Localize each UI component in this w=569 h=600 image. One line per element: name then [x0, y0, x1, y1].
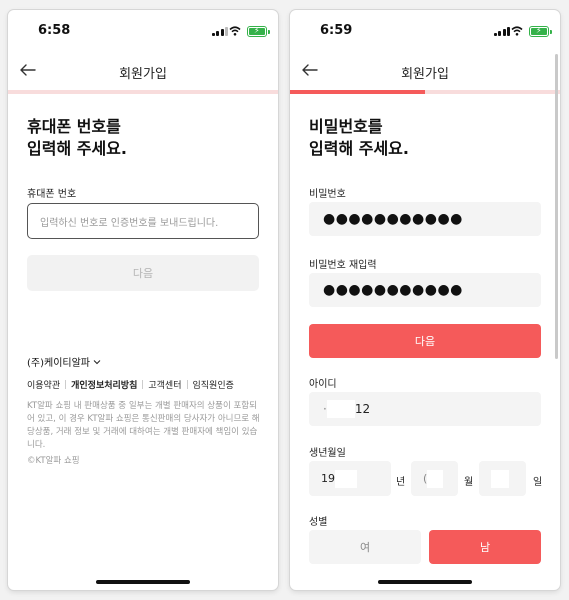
- signal-icon: [493, 27, 510, 36]
- month-unit: 월: [464, 477, 474, 488]
- copyright: ©KT알파 쇼핑: [27, 456, 80, 466]
- footer-links: 이용약관 개인정보처리방침 고객센터 임직원인증: [27, 378, 234, 391]
- redacted-block: [335, 469, 357, 488]
- password-input[interactable]: ●●●●●●●●●●●: [309, 202, 541, 236]
- id-input[interactable]: · 12: [309, 392, 541, 426]
- scrollbar[interactable]: [555, 54, 558, 359]
- wifi-icon: [229, 26, 241, 36]
- app-header: 회원가입: [8, 50, 278, 90]
- status-time: 6:58: [38, 23, 71, 38]
- heading-line-2: 입력해 주세요.: [27, 139, 127, 158]
- company-toggle[interactable]: (주)케이티알파: [27, 354, 101, 369]
- next-button[interactable]: 다음: [27, 255, 259, 291]
- progress-fill: [290, 90, 425, 94]
- phone-label: 휴대폰 번호: [27, 189, 77, 200]
- password-confirm-value: ●●●●●●●●●●●: [323, 282, 463, 298]
- day-unit: 일: [533, 477, 543, 488]
- gender-female-button[interactable]: 여: [309, 530, 421, 564]
- phone-screen-password: 6:59 ⚡ 회원가입 비밀번호를 입력해 주세요. 비밀번호 ●●●●●●●●…: [290, 10, 560, 590]
- birth-month-input[interactable]: (: [411, 461, 458, 496]
- chevron-down-icon: [93, 359, 101, 364]
- progress-track: [8, 90, 278, 94]
- birth-year-prefix: 19: [321, 472, 335, 485]
- divider: [65, 380, 67, 389]
- app-header: 회원가입: [290, 50, 560, 90]
- battery-charging-icon: ⚡: [529, 26, 552, 37]
- status-bar: 6:59 ⚡: [290, 10, 560, 50]
- password-label: 비밀번호: [309, 189, 346, 200]
- heading-line-1: 휴대폰 번호를: [27, 117, 121, 136]
- id-suffix: 12: [354, 402, 371, 416]
- status-time: 6:59: [320, 23, 353, 38]
- signal-icon: [211, 27, 228, 36]
- birth-day-input[interactable]: [479, 461, 526, 496]
- password-confirm-input[interactable]: ●●●●●●●●●●●: [309, 273, 541, 307]
- id-label: 아이디: [309, 379, 337, 390]
- divider: [186, 380, 188, 389]
- link-privacy[interactable]: 개인정보처리방침: [71, 378, 137, 391]
- heading-line-2: 입력해 주세요.: [309, 139, 409, 158]
- password-value: ●●●●●●●●●●●: [323, 211, 463, 227]
- birth-label: 생년월일: [309, 448, 346, 459]
- gender-label: 성별: [309, 517, 328, 528]
- divider: [142, 380, 144, 389]
- page-title: 회원가입: [401, 67, 449, 82]
- birth-year-input[interactable]: 19: [309, 461, 391, 496]
- status-bar: 6:58 ⚡: [8, 10, 278, 50]
- redacted-block: [326, 400, 355, 418]
- redacted-block: [491, 469, 509, 488]
- redacted-block: [427, 469, 444, 488]
- phone-placeholder: 입력하신 번호로 인증번호를 보내드립니다.: [40, 217, 219, 229]
- year-unit: 년: [396, 477, 406, 488]
- next-button[interactable]: 다음: [309, 324, 541, 358]
- page-heading: 비밀번호를 입력해 주세요.: [309, 116, 409, 160]
- link-support[interactable]: 고객센터: [148, 378, 181, 391]
- link-employee[interactable]: 임직원인증: [193, 378, 234, 391]
- wifi-icon: [511, 26, 523, 36]
- battery-charging-icon: ⚡: [247, 26, 270, 37]
- heading-line-1: 비밀번호를: [309, 117, 383, 136]
- password-confirm-label: 비밀번호 재입력: [309, 260, 377, 271]
- home-indicator: [378, 580, 472, 584]
- company-name: (주)케이티알파: [27, 358, 91, 369]
- link-terms[interactable]: 이용약관: [27, 378, 60, 391]
- seller-notice: KT알파 쇼핑 내 판매상품 중 일부는 개별 판매자의 상품이 포함되어 있고…: [27, 401, 260, 450]
- page-title: 회원가입: [119, 67, 167, 82]
- progress-track: [290, 90, 560, 94]
- phone-screen-phone-number: 6:58 ⚡ 회원가입 휴대폰 번호를 입력해 주세요. 휴대폰 번호 입력하신…: [8, 10, 278, 590]
- page-heading: 휴대폰 번호를 입력해 주세요.: [27, 116, 127, 160]
- home-indicator: [96, 580, 190, 584]
- gender-male-button[interactable]: 남: [429, 530, 541, 564]
- phone-number-input[interactable]: 입력하신 번호로 인증번호를 보내드립니다.: [27, 203, 259, 239]
